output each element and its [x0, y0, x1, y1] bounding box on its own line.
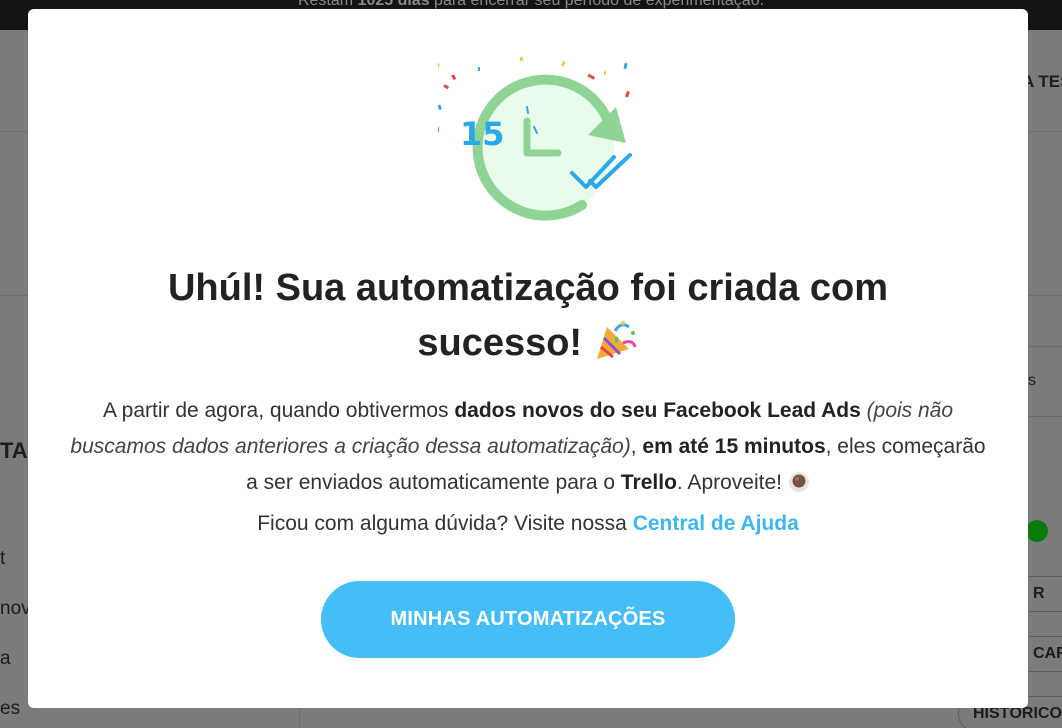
- help-prompt: Ficou com alguma dúvida? Visite nossa: [257, 512, 633, 535]
- help-text: Ficou com alguma dúvida? Visite nossa Ce…: [68, 509, 988, 539]
- sidebar-item[interactable]: es: [0, 698, 20, 720]
- sidebar-item[interactable]: a: [0, 648, 11, 670]
- right-panel-label: s: [1028, 372, 1036, 389]
- sidebar-item[interactable]: t: [0, 548, 5, 570]
- description-destination: Trello: [620, 471, 677, 494]
- trial-banner-prefix: Restam: [297, 0, 358, 9]
- description-text: A partir de agora, quando obtivermos: [102, 399, 455, 422]
- description-source: dados novos do seu Facebook Lead Ads: [454, 399, 861, 422]
- sidebar-item[interactable]: nov: [0, 598, 31, 620]
- modal-title-line1: Uhúl! Sua automatização foi criada com: [167, 267, 889, 309]
- trial-banner-days: 1025 dias: [357, 0, 430, 9]
- clock-number: 15: [460, 115, 505, 153]
- right-button[interactable]: R: [1026, 576, 1062, 612]
- coffee-cup-icon: [788, 472, 809, 492]
- modal-title-line2: sucesso!: [417, 322, 583, 364]
- description-time: em até 15 minutos: [642, 435, 826, 458]
- description-text: ,: [630, 435, 643, 458]
- clock-refresh-illustration: 15: [435, 47, 658, 247]
- divider: [1028, 416, 1062, 417]
- modal-description: A partir de agora, quando obtivermos dad…: [68, 393, 988, 501]
- clock-refresh-icon: 15: [435, 57, 632, 221]
- description-text: . Aproveite!: [676, 471, 788, 494]
- status-dot: [1026, 520, 1048, 542]
- right-button[interactable]: CAR: [1026, 636, 1062, 672]
- modal-title: Uhúl! Sua automatização foi criada com s…: [88, 261, 968, 371]
- trial-banner-suffix: para encerrar seu período de experimenta…: [429, 0, 765, 9]
- my-automations-button[interactable]: MINHAS AUTOMATIZAÇÕES: [321, 581, 735, 658]
- help-center-link[interactable]: Central de Ajuda: [633, 512, 799, 535]
- header-right-label[interactable]: A TES: [1022, 72, 1062, 92]
- success-modal: 15 Uhúl! Sua automatização foi criada co…: [28, 9, 1028, 708]
- party-popper-icon: [596, 321, 637, 359]
- divider: [1028, 346, 1062, 347]
